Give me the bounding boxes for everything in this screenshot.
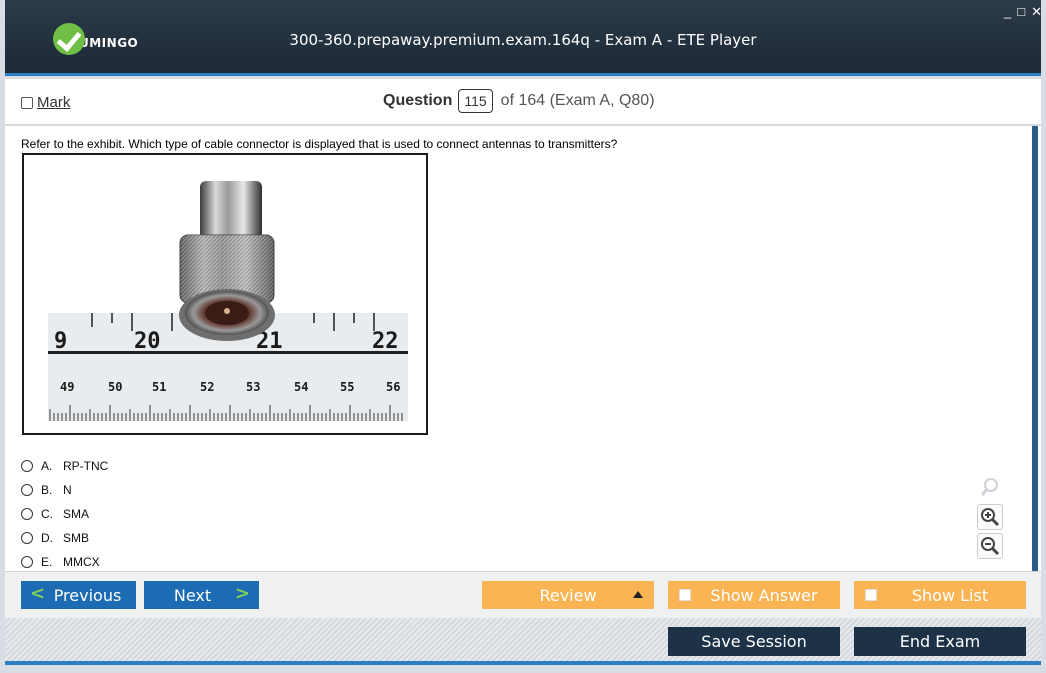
question-counter: Question 115 of 164 (Exam A, Q80): [383, 89, 655, 113]
ruler-bottom-number: 56: [386, 380, 400, 394]
show-list-label: Show List: [911, 585, 989, 605]
show-answer-label: Show Answer: [710, 585, 818, 605]
mark-checkbox[interactable]: Mark: [21, 94, 70, 111]
next-label: Next: [173, 585, 212, 605]
checkbox-icon[interactable]: [865, 589, 877, 601]
next-button[interactable]: Next >: [144, 581, 259, 609]
ruler-bottom-number: 50: [108, 380, 122, 394]
option-letter: D.: [41, 531, 53, 545]
question-text: Refer to the exhibit. Which type of cabl…: [21, 137, 618, 151]
ruler-bottom-number: 49: [60, 380, 74, 394]
radio-button[interactable]: [21, 460, 33, 472]
window-controls: _ □ ✕: [1004, 5, 1042, 19]
option-text[interactable]: SMA: [63, 507, 89, 521]
ruler-bottom-number: 51: [152, 380, 166, 394]
zoom-out-icon[interactable]: [977, 533, 1003, 559]
minimize-icon[interactable]: _: [1004, 5, 1011, 19]
ruler-top-number: 22: [372, 329, 399, 354]
question-content: Refer to the exhibit. Which type of cabl…: [5, 126, 1041, 571]
option-text[interactable]: SMB: [63, 531, 89, 545]
zoom-in-icon[interactable]: [977, 504, 1003, 530]
question-header: Mark Question 115 of 164 (Exam A, Q80): [5, 79, 1041, 125]
option-letter: E.: [41, 555, 53, 569]
ruler-bottom-number: 52: [200, 380, 214, 394]
option-letter: A.: [41, 459, 53, 473]
exhibit-image: 9 20 21 22 49 50 51 52 53 54 55 56: [22, 153, 428, 435]
ruler-bottom-number: 53: [246, 380, 260, 394]
maximize-icon[interactable]: □: [1017, 5, 1025, 19]
save-session-button[interactable]: Save Session: [668, 627, 840, 656]
chevron-left-icon: <: [30, 583, 46, 604]
option-d[interactable]: D. SMB: [21, 526, 108, 550]
n-connector-icon: [179, 181, 275, 341]
option-e[interactable]: E. MMCX: [21, 550, 108, 571]
ruler-top-number: 20: [134, 329, 161, 354]
question-word: Question: [383, 92, 453, 109]
navigation-bar: < Previous Next > Review Show Answer Sho…: [5, 571, 1041, 618]
window-title: 300-360.prepaway.premium.exam.164q - Exa…: [289, 31, 757, 49]
question-total: of 164 (Exam A, Q80): [500, 92, 655, 109]
checkbox-icon[interactable]: [21, 96, 33, 109]
close-icon[interactable]: ✕: [1031, 5, 1042, 19]
end-exam-button[interactable]: End Exam: [854, 627, 1026, 656]
option-b[interactable]: B. N: [21, 478, 108, 502]
option-letter: C.: [41, 507, 53, 521]
chevron-right-icon: >: [234, 583, 250, 604]
option-a[interactable]: A. RP-TNC: [21, 454, 108, 478]
radio-button[interactable]: [21, 484, 33, 496]
footer-bar: Save Session End Exam: [5, 618, 1041, 665]
radio-button[interactable]: [21, 556, 33, 568]
question-number-input[interactable]: 115: [458, 89, 493, 113]
ruler-top-number: 9: [54, 329, 67, 354]
ete-player-window: UMINGO 300-360.prepaway.premium.exam.164…: [0, 0, 1046, 673]
previous-button[interactable]: < Previous: [21, 581, 136, 609]
review-button[interactable]: Review: [482, 581, 654, 609]
ruler-bottom-number: 54: [294, 380, 308, 394]
checkbox-icon[interactable]: [679, 589, 691, 601]
mark-label[interactable]: Mark: [37, 94, 70, 111]
answer-options: A. RP-TNC B. N C. SMA D. SMB E. MMCX: [21, 454, 108, 571]
review-label: Review: [539, 585, 597, 605]
previous-label: Previous: [53, 585, 122, 605]
show-answer-button[interactable]: Show Answer: [668, 581, 840, 609]
title-bar: UMINGO 300-360.prepaway.premium.exam.164…: [5, 0, 1041, 76]
zoom-reset-icon[interactable]: [977, 474, 1003, 500]
option-text[interactable]: RP-TNC: [63, 459, 108, 473]
radio-button[interactable]: [21, 508, 33, 520]
option-text[interactable]: MMCX: [63, 555, 100, 569]
option-letter: B.: [41, 483, 53, 497]
vertical-scrollbar[interactable]: [1032, 126, 1038, 571]
connector-photo: 9 20 21 22 49 50 51 52 53 54 55 56: [48, 181, 408, 421]
show-list-button[interactable]: Show List: [854, 581, 1026, 609]
radio-button[interactable]: [21, 532, 33, 544]
option-c[interactable]: C. SMA: [21, 502, 108, 526]
caret-up-icon[interactable]: [633, 591, 643, 598]
ruler-bottom-number: 55: [340, 380, 354, 394]
option-text[interactable]: N: [63, 483, 72, 497]
